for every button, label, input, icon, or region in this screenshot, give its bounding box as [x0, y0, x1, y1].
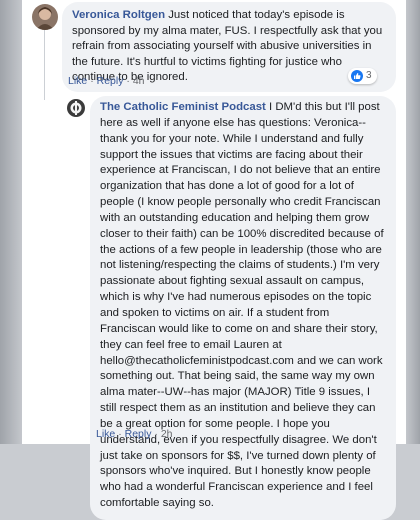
reply-like-button[interactable]: Like — [96, 428, 115, 440]
like-reaction-icon — [351, 70, 363, 82]
comment-author[interactable]: Veronica Roltgen — [72, 9, 165, 21]
thread-connector — [44, 30, 45, 100]
like-button[interactable]: Like — [68, 75, 87, 87]
avatar-veronica[interactable] — [32, 4, 58, 30]
comment-timestamp[interactable]: 4h — [133, 75, 145, 87]
reply-author[interactable]: The Catholic Feminist Podcast — [100, 101, 266, 113]
reply-actions: Like · Reply · 2h — [96, 428, 173, 440]
reaction-count: 3 — [366, 70, 372, 81]
reply-button[interactable]: Reply — [97, 75, 124, 87]
comment-actions: Like · Reply · 4h — [68, 75, 145, 87]
reply-reply-button[interactable]: Reply — [125, 428, 152, 440]
reply-bubble-podcast: The Catholic Feminist Podcast I DM'd thi… — [90, 96, 396, 520]
reaction-summary[interactable]: 3 — [348, 68, 377, 84]
background-page-left — [0, 0, 22, 444]
background-page-right — [406, 0, 420, 444]
reply-timestamp[interactable]: 2h — [161, 428, 173, 440]
avatar-catholic-feminist-podcast[interactable] — [67, 99, 85, 117]
comments-panel: Veronica Roltgen Just noticed that today… — [22, 0, 406, 520]
reply-text: I DM'd this but I'll post here as well i… — [100, 101, 384, 510]
